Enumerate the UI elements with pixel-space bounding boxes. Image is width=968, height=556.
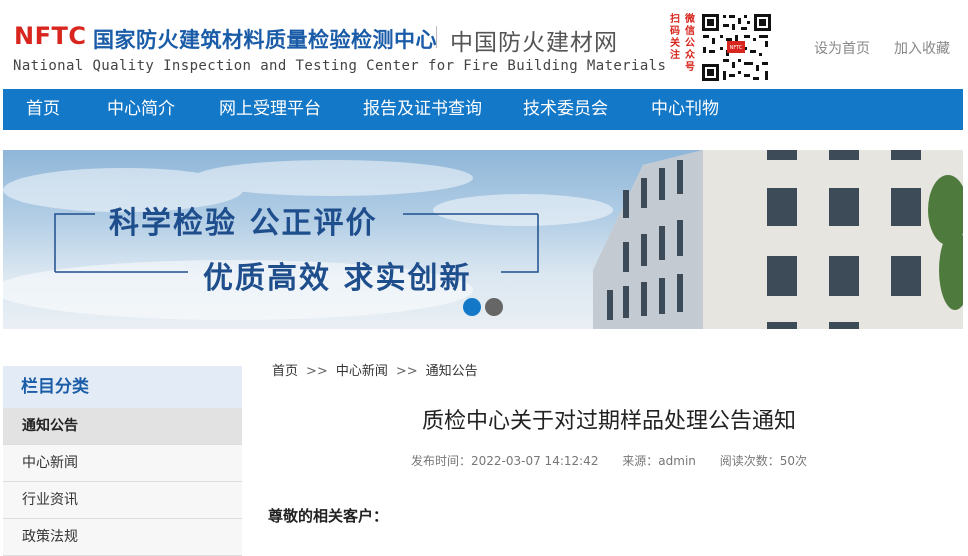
qr-caption-scan: 扫码关注 [670,14,680,61]
site-name: 中国防火建材网 [450,30,618,56]
breadcrumb-separator: >> [395,364,418,379]
add-favorite-link[interactable]: 加入收藏 [894,38,950,58]
nav-item-about[interactable]: 中心简介 [107,89,175,130]
sidebar-item-policies[interactable]: 政策法规 [3,519,242,556]
nav-item-online-platform[interactable]: 网上受理平台 [219,89,321,130]
category-sidebar: 栏目分类 通知公告 中心新闻 行业资讯 政策法规 [3,366,242,556]
breadcrumb: 首页 >> 中心新闻 >> 通知公告 [272,360,478,379]
slide-dot-2[interactable] [485,298,503,316]
qr-code-icon: NFTC [700,12,773,83]
nav-item-publications[interactable]: 中心刊物 [651,89,719,130]
site-header: NFTC 国家防火建筑材料质量检验检测中心 中国防火建材网 National Q… [0,0,968,88]
site-logo[interactable]: NFTC [14,22,86,50]
breadcrumb-home[interactable]: 首页 [272,364,298,379]
nav-item-home[interactable]: 首页 [26,89,60,130]
banner-slogan-line1: 科学检验 公正评价 [109,206,378,241]
hero-banner[interactable]: 科学检验 公正评价 优质高效 求实创新 [3,150,963,329]
article-title: 质检中心关于对过期样品处理公告通知 [421,409,796,434]
main-nav: 首页 中心简介 网上受理平台 报告及证书查询 技术委员会 中心刊物 [3,89,963,130]
article-views: 阅读次数：50次 [719,454,807,468]
breadcrumb-notices[interactable]: 通知公告 [426,364,478,379]
article-publish-time: 发布时间：2022-03-07 14:12:42 [411,454,599,468]
org-name-cn: 国家防火建筑材料质量检验检测中心 [93,28,437,52]
sidebar-item-center-news[interactable]: 中心新闻 [3,445,242,482]
qr-caption-wechat: 微信公众号 [685,14,695,73]
sidebar-item-notices[interactable]: 通知公告 [3,408,242,445]
nav-item-report-query[interactable]: 报告及证书查询 [363,89,482,130]
nav-item-committee[interactable]: 技术委员会 [523,89,608,130]
banner-slogan-line2: 优质高效 求实创新 [203,261,472,296]
header-divider [436,26,437,48]
slide-dot-1[interactable] [463,298,481,316]
breadcrumb-separator: >> [306,364,328,379]
breadcrumb-center-news[interactable]: 中心新闻 [336,364,388,379]
article-source: 来源：admin [622,454,696,468]
sidebar-title: 栏目分类 [3,366,242,408]
sidebar-item-industry-info[interactable]: 行业资讯 [3,482,242,519]
article-greeting: 尊敬的相关客户： [268,507,389,525]
set-homepage-link[interactable]: 设为首页 [814,38,870,58]
svg-text:NFTC: NFTC [730,45,743,51]
org-name-en: National Quality Inspection and Testing … [13,58,667,74]
article-meta: 发布时间：2022-03-07 14:12:42 来源：admin 阅读次数：5… [250,452,968,469]
